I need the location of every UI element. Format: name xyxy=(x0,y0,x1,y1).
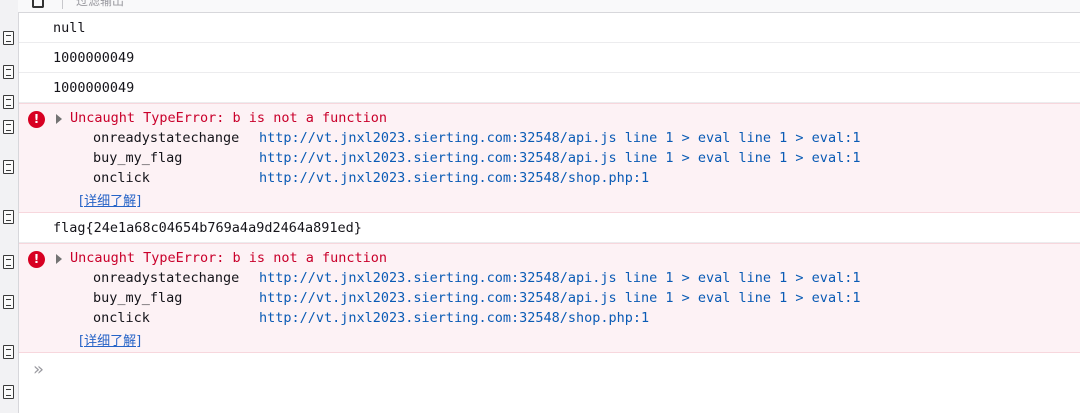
stack-frame-location[interactable]: http://vt.jnxl2023.sierting.com:32548/ap… xyxy=(259,130,860,146)
left-gutter xyxy=(0,0,19,413)
document-icon[interactable] xyxy=(3,345,14,359)
toolbar-divider xyxy=(62,0,63,9)
console-input[interactable]: » xyxy=(19,353,1080,393)
filter-output-input[interactable]: 过滤输出 xyxy=(76,0,124,9)
document-icon[interactable] xyxy=(3,255,14,269)
document-icon[interactable] xyxy=(3,385,14,399)
document-icon[interactable] xyxy=(3,210,14,224)
document-icon[interactable] xyxy=(3,65,14,79)
stack-frame-location[interactable]: http://vt.jnxl2023.sierting.com:32548/ap… xyxy=(259,270,860,286)
document-icon[interactable] xyxy=(3,160,14,174)
log-message: 1000000049 xyxy=(53,50,135,66)
learn-more-link[interactable]: [详细了解] xyxy=(79,190,141,209)
stack-frame-function: onreadystatechange xyxy=(93,130,240,146)
log-row: flag{24e1a68c04654b769a4a9d2464a891ed} xyxy=(19,213,1080,243)
trash-icon[interactable] xyxy=(32,0,44,8)
stack-frame-function: buy_my_flag xyxy=(93,150,183,166)
stack-frame-function: buy_my_flag xyxy=(93,290,183,306)
stack-frame-location[interactable]: http://vt.jnxl2023.sierting.com:32548/ap… xyxy=(259,290,860,306)
console-toolbar: 过滤输出 xyxy=(18,0,1080,13)
stack-frame-function: onreadystatechange xyxy=(93,270,240,286)
error-message: Uncaught TypeError: b is not a function xyxy=(70,110,387,126)
error-message: Uncaught TypeError: b is not a function xyxy=(70,250,387,266)
stack-frame-location[interactable]: http://vt.jnxl2023.sierting.com:32548/ap… xyxy=(259,150,860,166)
expand-triangle-icon[interactable] xyxy=(56,114,62,124)
log-row: 1000000049 xyxy=(19,73,1080,103)
document-icon[interactable] xyxy=(3,95,14,109)
document-icon[interactable] xyxy=(3,31,14,45)
stack-frame-function: onclick xyxy=(93,170,150,186)
log-row: 1000000049 xyxy=(19,43,1080,73)
stack-frame-location[interactable]: http://vt.jnxl2023.sierting.com:32548/sh… xyxy=(259,310,649,326)
error-row: ! Uncaught TypeError: b is not a functio… xyxy=(19,243,1080,353)
document-icon[interactable] xyxy=(3,295,14,309)
console-output: null 1000000049 1000000049 ! Uncaught Ty… xyxy=(19,13,1080,393)
flag-message: flag{24e1a68c04654b769a4a9d2464a891ed} xyxy=(53,220,362,236)
error-row: ! Uncaught TypeError: b is not a functio… xyxy=(19,103,1080,213)
error-icon: ! xyxy=(28,251,45,268)
stack-frame-location[interactable]: http://vt.jnxl2023.sierting.com:32548/sh… xyxy=(259,170,649,186)
log-message: 1000000049 xyxy=(53,80,135,96)
log-message: null xyxy=(53,20,86,36)
stack-frame-function: onclick xyxy=(93,310,150,326)
document-icon[interactable] xyxy=(3,120,14,134)
expand-triangle-icon[interactable] xyxy=(56,254,62,264)
error-icon: ! xyxy=(28,111,45,128)
learn-more-link[interactable]: [详细了解] xyxy=(79,330,141,349)
log-row: null xyxy=(19,13,1080,43)
prompt-chevron-icon: » xyxy=(33,359,45,380)
